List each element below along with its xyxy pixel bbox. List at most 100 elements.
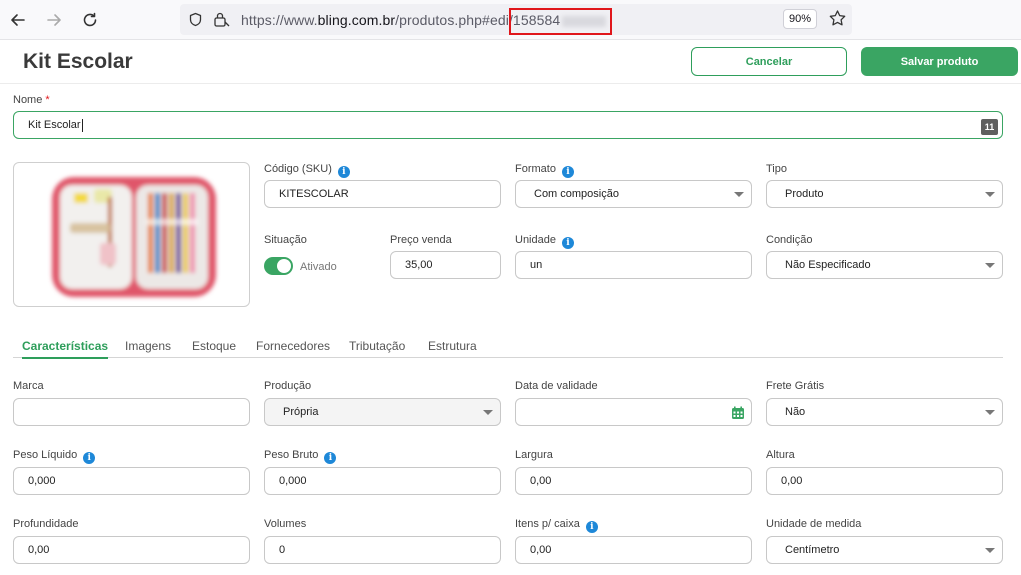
peso-liquido-label-text: Peso Líquido: [13, 449, 78, 461]
nome-label-text: Nome: [13, 94, 43, 106]
info-icon[interactable]: i: [561, 166, 574, 178]
unidade-input[interactable]: un: [515, 251, 752, 279]
info-icon[interactable]: i: [324, 452, 337, 464]
codigo-value: KITESCOLAR: [279, 188, 349, 200]
condicao-select[interactable]: Não Especificado: [766, 251, 1003, 279]
reload-icon: [83, 12, 97, 27]
frete-select[interactable]: Não: [766, 398, 1003, 426]
formato-value: Com composição: [534, 188, 619, 200]
reload-button[interactable]: [78, 8, 102, 32]
tab-imagens[interactable]: Imagens: [125, 339, 171, 353]
tab-caracteristicas[interactable]: Características: [22, 339, 109, 359]
chevron-down-icon: [985, 263, 995, 268]
forward-button[interactable]: [42, 8, 66, 32]
info-icon[interactable]: i: [561, 237, 574, 249]
header-divider: [0, 83, 1021, 84]
itens-caixa-input[interactable]: 0,00: [515, 536, 752, 564]
itens-caixa-value: 0,00: [530, 544, 552, 556]
largura-input[interactable]: 0,00: [515, 467, 752, 495]
altura-value: 0,00: [781, 475, 803, 487]
situacao-status: Ativado: [300, 261, 337, 273]
peso-bruto-value: 0,000: [279, 475, 307, 487]
tab-fornecedores[interactable]: Fornecedores: [256, 339, 330, 353]
peso-liquido-input[interactable]: 0,000: [13, 467, 250, 495]
preco-value: 35,00: [405, 259, 433, 271]
marca-label: Marca: [13, 380, 44, 392]
tab-estrutura[interactable]: Estrutura: [428, 339, 477, 353]
nome-input-value: Kit Escolar: [28, 119, 81, 131]
codigo-label-text: Código (SKU): [264, 163, 332, 175]
arrow-right-icon: [47, 14, 61, 26]
chevron-down-icon: [985, 410, 995, 415]
frete-value: Não: [785, 406, 806, 418]
url-host: bling.com.br: [317, 12, 396, 28]
frete-label: Frete Grátis: [766, 380, 825, 392]
validade-label: Data de validade: [515, 380, 598, 392]
zoom-level[interactable]: 90%: [783, 9, 817, 29]
info-icon[interactable]: i: [337, 166, 350, 178]
peso-bruto-input[interactable]: 0,000: [264, 467, 501, 495]
unidade-medida-select[interactable]: Centímetro: [766, 536, 1003, 564]
url-prefix: https://www.: [241, 12, 318, 28]
chevron-down-icon: [985, 548, 995, 553]
info-icon[interactable]: i: [83, 452, 96, 464]
url-highlight-box: [509, 8, 612, 35]
char-counter: 11: [981, 119, 998, 135]
tipo-value: Produto: [785, 188, 824, 200]
tab-tributacao[interactable]: Tributação: [349, 339, 405, 353]
validade-input[interactable]: [515, 398, 752, 426]
situacao-toggle[interactable]: [264, 257, 293, 275]
unidade-value: un: [530, 259, 543, 271]
largura-value: 0,00: [530, 475, 552, 487]
url-path: /produtos.php#edi: [395, 12, 509, 28]
save-button[interactable]: Salvar produto: [861, 47, 1018, 76]
bookmark-star-icon[interactable]: [828, 9, 847, 28]
preco-input[interactable]: 35,00: [390, 251, 501, 279]
formato-label: Formato i: [515, 163, 574, 178]
marca-input[interactable]: [13, 398, 250, 426]
peso-liquido-value: 0,000: [28, 475, 56, 487]
pencil-case-image: [52, 177, 216, 297]
preco-label: Preço venda: [390, 234, 452, 246]
tab-bar: Características Imagens Estoque Forneced…: [13, 339, 1003, 359]
product-image[interactable]: [13, 162, 250, 307]
producao-select[interactable]: Própria: [264, 398, 501, 426]
text-cursor: [81, 118, 83, 132]
profundidade-value: 0,00: [28, 544, 50, 556]
peso-bruto-label-text: Peso Bruto: [264, 449, 319, 461]
producao-value: Própria: [283, 406, 319, 418]
peso-liquido-label: Peso Líquido i: [13, 449, 96, 464]
info-icon[interactable]: i: [585, 521, 598, 533]
volumes-input[interactable]: 0: [264, 536, 501, 564]
volumes-label: Volumes: [264, 518, 307, 530]
browser-toolbar: https://www.bling.com.br/produtos.php#ed…: [0, 0, 1021, 40]
profundidade-input[interactable]: 0,00: [13, 536, 250, 564]
altura-label: Altura: [766, 449, 795, 461]
unidade-label-text: Unidade: [515, 234, 556, 246]
tipo-select[interactable]: Produto: [766, 180, 1003, 208]
chevron-down-icon: [985, 192, 995, 197]
largura-label: Largura: [515, 449, 553, 461]
formato-select[interactable]: Com composição: [515, 180, 752, 208]
volumes-value: 0: [279, 544, 286, 556]
codigo-input[interactable]: KITESCOLAR: [264, 180, 501, 208]
nome-input[interactable]: Kit Escolar 11: [13, 111, 1003, 139]
shield-icon[interactable]: [188, 12, 203, 27]
altura-input[interactable]: 0,00: [766, 467, 1003, 495]
condicao-value: Não Especificado: [785, 259, 871, 271]
unidade-medida-label: Unidade de medida: [766, 518, 862, 530]
situacao-label: Situação: [264, 234, 307, 246]
back-button[interactable]: [6, 8, 30, 32]
lock-icon[interactable]: [213, 11, 231, 28]
unidade-label: Unidade i: [515, 234, 574, 249]
cancel-button[interactable]: Cancelar: [691, 47, 847, 76]
tipo-label: Tipo: [766, 163, 787, 175]
tab-estoque[interactable]: Estoque: [192, 339, 236, 353]
required-marker: *: [45, 94, 50, 106]
chevron-down-icon: [483, 410, 493, 415]
condicao-label: Condição: [766, 234, 813, 246]
itens-caixa-label-text: Itens p/ caixa: [515, 518, 580, 530]
calendar-icon[interactable]: [731, 406, 745, 420]
page-title: Kit Escolar: [23, 50, 133, 73]
unidade-medida-value: Centímetro: [785, 544, 840, 556]
